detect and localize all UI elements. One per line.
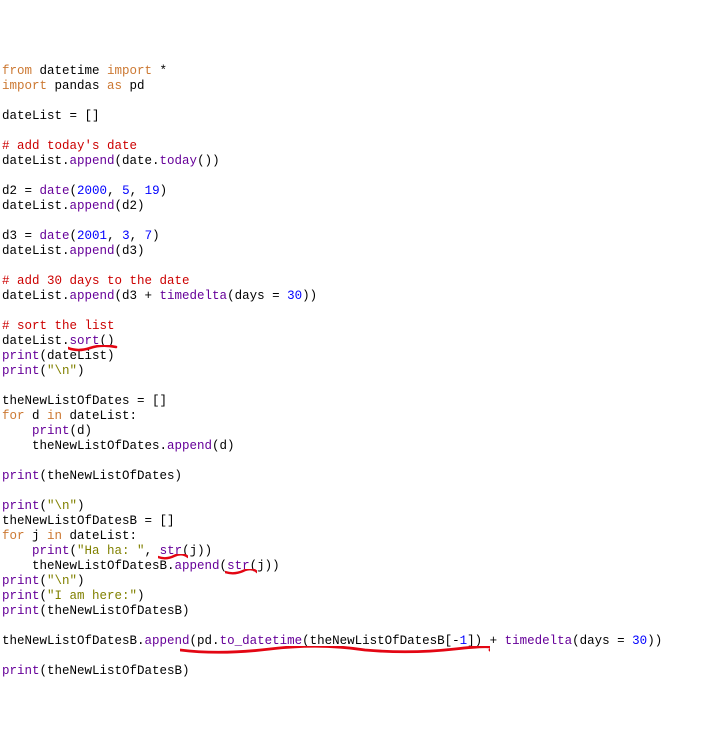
keyword-import: import: [107, 64, 152, 78]
comment: # sort the list: [2, 319, 115, 333]
annotated-str: str: [160, 544, 183, 558]
keyword-in: in: [47, 409, 62, 423]
annotated-sort: sort: [70, 334, 100, 348]
keyword-for: for: [2, 409, 25, 423]
keyword-in: in: [47, 529, 62, 543]
keyword-from: from: [2, 64, 32, 78]
annotated-str: str: [227, 559, 250, 573]
keyword-import: import: [2, 79, 47, 93]
annotated-to-datetime: to_datetime: [220, 634, 303, 648]
keyword-for: for: [2, 529, 25, 543]
comment: # add today's date: [2, 139, 137, 153]
keyword-as: as: [107, 79, 122, 93]
code-block: from datetime import * import pandas as …: [2, 64, 662, 678]
comment: # add 30 days to the date: [2, 274, 190, 288]
